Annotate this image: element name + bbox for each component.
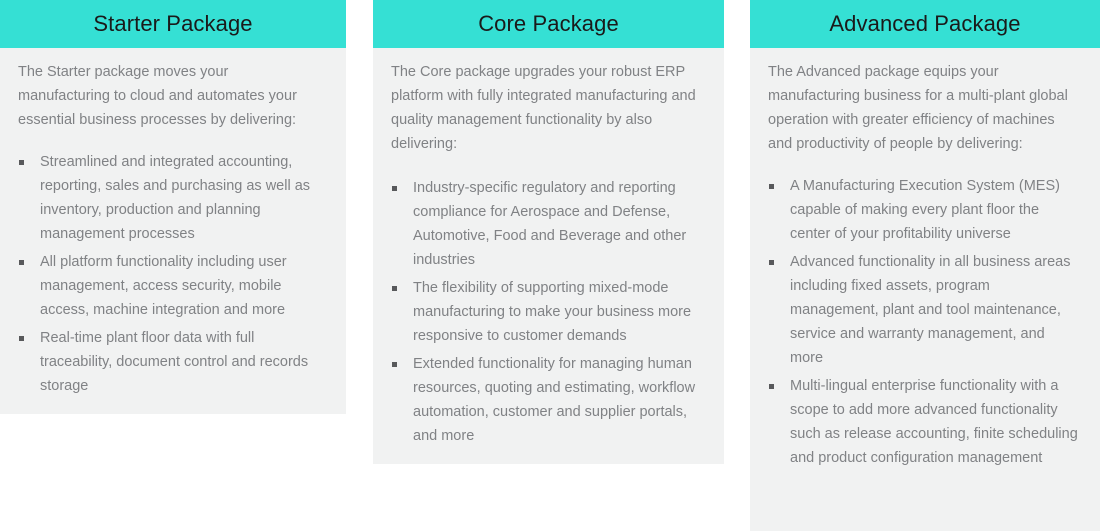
bullet-square-icon <box>769 260 774 265</box>
bullet-square-icon <box>769 184 774 189</box>
package-header-advanced: Advanced Package <box>750 0 1100 48</box>
list-item-text: Advanced functionality in all business a… <box>790 254 1071 366</box>
package-column-starter: Starter Package The Starter package move… <box>0 0 346 414</box>
package-intro-advanced: The Advanced package equips your manufac… <box>768 64 1068 152</box>
package-title-core: Core Package <box>478 11 619 36</box>
list-item: Real-time plant floor data with full tra… <box>18 326 320 398</box>
package-body-advanced: The Advanced package equips your manufac… <box>750 48 1100 531</box>
list-item: Multi-lingual enterprise functionality w… <box>768 374 1080 470</box>
list-item-text: Streamlined and integrated accounting, r… <box>40 154 311 242</box>
bullet-square-icon <box>19 336 24 341</box>
package-header-starter: Starter Package <box>0 0 346 48</box>
package-feature-list-core: Industry-specific regulatory and reporti… <box>391 176 704 448</box>
list-item-text: A Manufacturing Execution System (MES) c… <box>790 178 1060 242</box>
list-item: All platform functionality including use… <box>18 250 320 322</box>
bullet-square-icon <box>769 384 774 389</box>
bullet-square-icon <box>392 362 397 367</box>
list-item-text: Industry-specific regulatory and reporti… <box>413 180 687 268</box>
list-item-text: Real-time plant floor data with full tra… <box>40 330 309 394</box>
bullet-square-icon <box>392 186 397 191</box>
list-item: A Manufacturing Execution System (MES) c… <box>768 174 1080 246</box>
bullet-square-icon <box>19 260 24 265</box>
list-item: Extended functionality for managing huma… <box>391 352 704 448</box>
package-header-core: Core Package <box>373 0 724 48</box>
package-body-core: The Core package upgrades your robust ER… <box>373 48 724 464</box>
package-comparison: Starter Package The Starter package move… <box>0 0 1108 531</box>
list-item-text: Extended functionality for managing huma… <box>413 356 696 444</box>
package-column-advanced: Advanced Package The Advanced package eq… <box>750 0 1100 531</box>
list-item-text: Multi-lingual enterprise functionality w… <box>790 378 1078 466</box>
package-intro-core: The Core package upgrades your robust ER… <box>391 64 696 152</box>
package-body-starter: The Starter package moves your manufactu… <box>0 48 346 414</box>
bullet-square-icon <box>19 160 24 165</box>
bullet-square-icon <box>392 286 397 291</box>
list-item-text: All platform functionality including use… <box>40 254 287 318</box>
list-item: The flexibility of supporting mixed-mode… <box>391 276 704 348</box>
list-item-text: The flexibility of supporting mixed-mode… <box>413 280 692 344</box>
package-column-core: Core Package The Core package upgrades y… <box>373 0 724 464</box>
package-title-starter: Starter Package <box>93 11 253 36</box>
package-feature-list-starter: Streamlined and integrated accounting, r… <box>18 150 320 398</box>
package-title-advanced: Advanced Package <box>829 11 1021 36</box>
list-item: Advanced functionality in all business a… <box>768 250 1080 370</box>
package-feature-list-advanced: A Manufacturing Execution System (MES) c… <box>768 174 1080 470</box>
package-intro-starter: The Starter package moves your manufactu… <box>18 64 297 128</box>
list-item: Industry-specific regulatory and reporti… <box>391 176 704 272</box>
list-item: Streamlined and integrated accounting, r… <box>18 150 320 246</box>
